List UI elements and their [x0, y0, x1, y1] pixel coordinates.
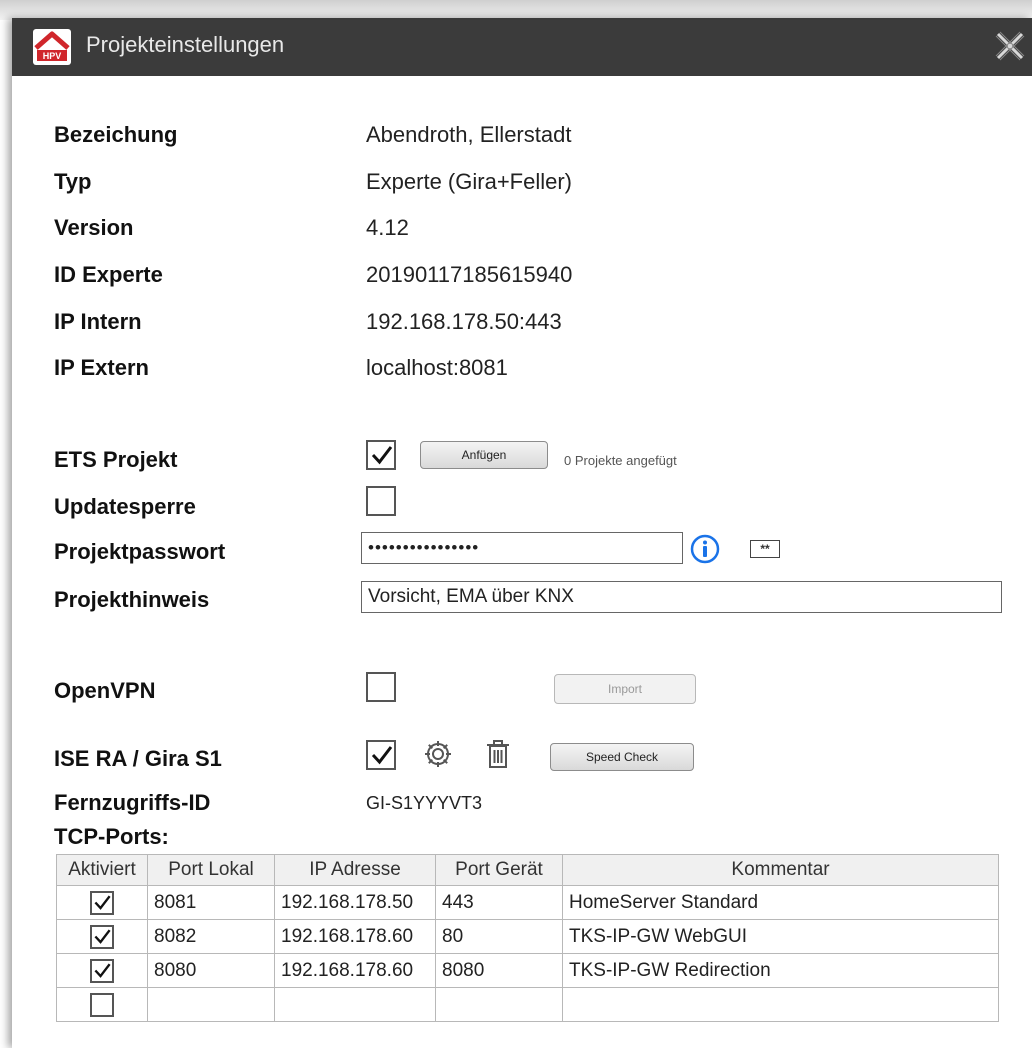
device-port-cell[interactable]: [435, 987, 563, 1022]
local-port-cell[interactable]: 8081: [147, 885, 275, 920]
device-port-cell[interactable]: 443: [435, 885, 563, 920]
row-active-checkbox[interactable]: [90, 992, 114, 1017]
type-label: Typ: [54, 169, 92, 194]
ip-address-cell[interactable]: 192.168.178.60: [274, 919, 436, 954]
comment-cell[interactable]: HomeServer Standard: [562, 885, 999, 920]
ise-gira-checkbox[interactable]: [366, 740, 396, 770]
checkmark-icon: [94, 928, 111, 944]
trash-icon[interactable]: [482, 738, 514, 770]
column-header-local-port[interactable]: Port Lokal: [147, 854, 275, 886]
attached-projects-status: 0 Projekte angefügt: [564, 453, 677, 468]
comment-cell[interactable]: TKS-IP-GW WebGUI: [562, 919, 999, 954]
local-port-cell[interactable]: [147, 987, 275, 1022]
window-title: Projekteinstellungen: [86, 32, 285, 57]
update-lock-label: Updatesperre: [54, 494, 196, 519]
row-active-checkbox[interactable]: [90, 890, 114, 915]
logo-text: HPV: [43, 51, 62, 61]
column-header-device-port[interactable]: Port Gerät: [435, 854, 563, 886]
local-port-cell[interactable]: 8080: [147, 953, 275, 988]
checkmark-icon: [371, 746, 393, 765]
comment-cell[interactable]: [562, 987, 999, 1022]
ip-internal-value: 192.168.178.50:443: [366, 309, 562, 334]
project-hint-field[interactable]: [361, 581, 1002, 613]
local-port-cell[interactable]: 8082: [147, 919, 275, 954]
ip-address-cell[interactable]: 192.168.178.60: [274, 953, 436, 988]
openvpn-checkbox[interactable]: [366, 672, 396, 702]
ets-project-checkbox[interactable]: [366, 440, 396, 470]
row-active-checkbox[interactable]: [90, 958, 114, 983]
project-settings-dialog: HPV Projekteinstellungen Bezeichung Aben…: [12, 18, 1032, 1048]
active-cell[interactable]: [56, 953, 148, 988]
expert-id-value: 20190117185615940: [366, 262, 573, 287]
project-password-field[interactable]: [361, 532, 683, 564]
tcp-ports-label: TCP-Ports:: [54, 824, 169, 849]
checkmark-icon: [371, 446, 393, 465]
project-hint-label: Projekthinweis: [54, 587, 210, 612]
version-value: 4.12: [366, 215, 409, 240]
table-row[interactable]: 8080 192.168.178.60 8080 TKS-IP-GW Redir…: [56, 953, 999, 988]
ets-project-label: ETS Projekt: [54, 447, 178, 472]
settings-gear-icon[interactable]: [422, 738, 454, 770]
comment-cell[interactable]: TKS-IP-GW Redirection: [562, 953, 999, 988]
table-row[interactable]: 8081 192.168.178.50 443 HomeServer Stand…: [56, 885, 999, 920]
project-password-label: Projektpasswort: [54, 539, 226, 564]
column-header-comment[interactable]: Kommentar: [562, 854, 999, 886]
checkmark-icon: [94, 962, 111, 978]
column-header-active[interactable]: Aktiviert: [56, 854, 148, 886]
desktop-background: [0, 0, 1032, 20]
show-password-icon[interactable]: **: [750, 540, 780, 558]
tcp-ports-table: Aktiviert Port Lokal IP Adresse Port Ger…: [56, 854, 999, 1022]
version-label: Version: [54, 215, 134, 240]
row-active-checkbox[interactable]: [90, 924, 114, 949]
close-icon[interactable]: [990, 26, 1030, 66]
import-button[interactable]: Import: [554, 674, 696, 704]
ise-gira-label: ISE RA / Gira S1: [54, 746, 222, 771]
title-bar[interactable]: HPV Projekteinstellungen: [12, 18, 1032, 76]
ip-external-label: IP Extern: [54, 355, 149, 380]
expert-id-label: ID Experte: [54, 262, 163, 287]
name-value: Abendroth, Ellerstadt: [366, 122, 572, 147]
table-row[interactable]: 8082 192.168.178.60 80 TKS-IP-GW WebGUI: [56, 919, 999, 954]
column-header-ip-address[interactable]: IP Adresse: [274, 854, 436, 886]
checkmark-icon: [94, 894, 111, 910]
ip-internal-label: IP Intern: [54, 309, 142, 334]
active-cell[interactable]: [56, 919, 148, 954]
active-cell[interactable]: [56, 987, 148, 1022]
hpv-logo-icon: HPV: [33, 29, 71, 65]
ip-address-cell[interactable]: 192.168.178.50: [274, 885, 436, 920]
table-header-row: Aktiviert Port Lokal IP Adresse Port Ger…: [56, 854, 999, 886]
table-row[interactable]: [56, 987, 999, 1022]
info-icon[interactable]: [690, 534, 720, 564]
type-value: Experte (Gira+Feller): [366, 169, 573, 194]
attach-button[interactable]: Anfügen: [420, 441, 548, 469]
active-cell[interactable]: [56, 885, 148, 920]
device-port-cell[interactable]: 8080: [435, 953, 563, 988]
ip-external-value: localhost:8081: [366, 355, 508, 380]
update-lock-checkbox[interactable]: [366, 486, 396, 516]
device-port-cell[interactable]: 80: [435, 919, 563, 954]
openvpn-label: OpenVPN: [54, 678, 156, 703]
remote-access-id-label: Fernzugriffs-ID: [54, 790, 211, 815]
speed-check-button[interactable]: Speed Check: [550, 743, 694, 771]
ip-address-cell[interactable]: [274, 987, 436, 1022]
name-label: Bezeichung: [54, 122, 178, 147]
remote-access-id-value: GI-S1YYYVT3: [366, 793, 483, 813]
